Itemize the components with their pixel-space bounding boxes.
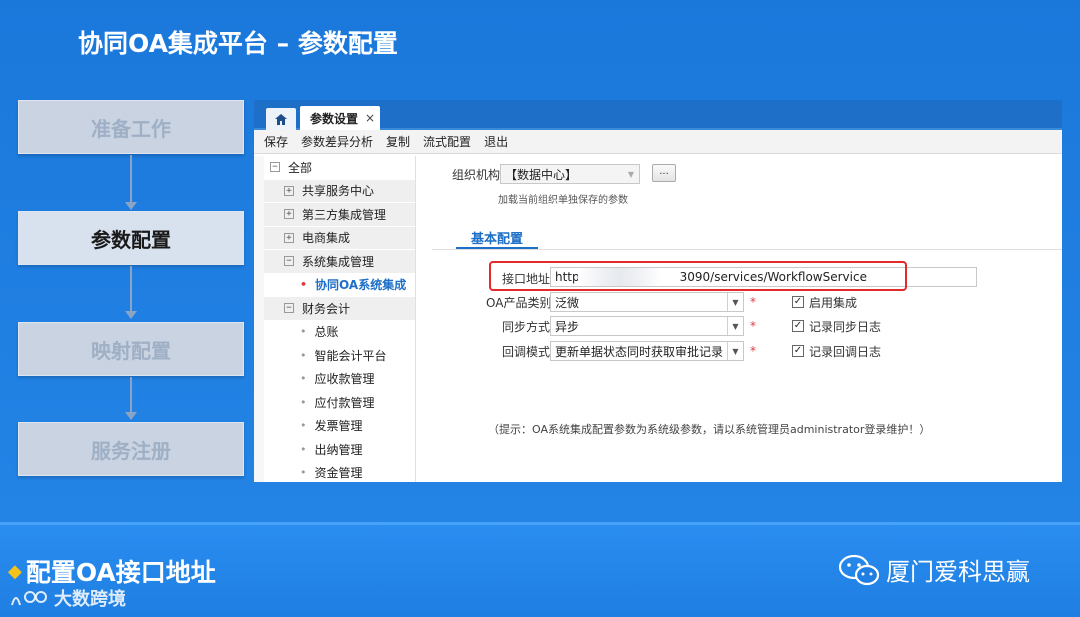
tree-item-invoice[interactable]: • 发票管理	[264, 415, 415, 438]
category-tree: − 全部 + 共享服务中心 + 第三方集成管理 + 电商集成 − 系统集成管理 …	[264, 156, 416, 482]
tip-text: （提示：OA系统集成配置参数为系统级参数，请以系统管理员administrato…	[488, 423, 931, 436]
step-connector	[130, 266, 132, 312]
tab-label: 参数设置	[310, 111, 359, 126]
step-param-config: 参数配置	[18, 211, 244, 265]
tree-item-all[interactable]: − 全部	[264, 156, 415, 180]
sync-log-checkbox[interactable]: ✓	[792, 320, 804, 332]
enable-integration-checkbox[interactable]: ✓	[792, 296, 804, 308]
bullet-icon: •	[300, 466, 307, 480]
chevron-down-icon: ▼	[727, 342, 743, 360]
org-select[interactable]: 【数据中心】 ▼	[500, 164, 640, 184]
required-mark: *	[750, 319, 756, 333]
required-mark: *	[750, 295, 756, 309]
chevron-down-icon: ▼	[727, 293, 743, 311]
collapse-icon[interactable]: −	[284, 303, 294, 314]
oa-type-select[interactable]: 泛微 ▼	[550, 292, 744, 312]
sync-mode-select[interactable]: 异步 ▼	[550, 316, 744, 336]
tree-item-oa-integration[interactable]: • 协同OA系统集成	[264, 274, 415, 297]
tab-basic-config[interactable]: 基本配置	[456, 226, 538, 250]
tree-item-ecommerce[interactable]: + 电商集成	[264, 226, 415, 250]
tree-item-general-ledger[interactable]: • 总账	[264, 321, 415, 344]
callback-mode-label: 回调模式	[502, 345, 551, 359]
step-connector	[130, 155, 132, 203]
step-service-register: 服务注册	[18, 422, 244, 476]
diamond-icon: ◆	[8, 560, 22, 582]
org-hint: 加载当前组织单独保存的参数	[498, 195, 628, 206]
tree-item-fund[interactable]: • 资金管理	[264, 462, 415, 483]
org-browse-button[interactable]: ...	[652, 164, 676, 182]
expand-icon[interactable]: +	[284, 209, 294, 220]
tree-item-system-integration[interactable]: − 系统集成管理	[264, 250, 415, 274]
step-connector	[130, 377, 132, 413]
save-button[interactable]: 保存	[264, 133, 288, 150]
bullet-icon: •	[300, 395, 307, 409]
exit-button[interactable]: 退出	[484, 133, 508, 150]
bullet-icon: •	[300, 278, 308, 292]
sync-log-label: 记录同步日志	[809, 320, 882, 334]
collapse-icon[interactable]: −	[284, 256, 294, 267]
bullet-icon: •	[300, 372, 307, 386]
step-mapping-config: 映射配置	[18, 322, 244, 376]
tree-item-finance[interactable]: − 财务会计	[264, 297, 415, 321]
tree-item-shared-service[interactable]: + 共享服务中心	[264, 179, 415, 203]
callback-log-checkbox[interactable]: ✓	[792, 345, 804, 357]
bullet-icon: •	[300, 442, 307, 456]
tab-home[interactable]	[266, 108, 296, 130]
collapse-icon[interactable]: −	[270, 162, 280, 173]
tree-item-smart-accounting[interactable]: • 智能会计平台	[264, 344, 415, 368]
bottom-title: ◆ 配置OA接口地址	[8, 558, 216, 587]
org-label: 组织机构	[452, 168, 501, 182]
callback-mode-select[interactable]: 更新单据状态同时获取审批记录 ▼	[550, 341, 744, 361]
brand: 厦门爱科思赢	[838, 552, 1030, 587]
copy-button[interactable]: 复制	[386, 133, 410, 150]
watermark-logo-icon	[11, 591, 47, 606]
bullet-icon: •	[300, 325, 307, 339]
diff-analysis-button[interactable]: 参数差异分析	[301, 133, 373, 150]
bullet-icon: •	[300, 419, 307, 433]
sync-mode-label: 同步方式	[502, 320, 551, 334]
home-icon	[275, 113, 287, 125]
chevron-down-icon: ▼	[627, 169, 635, 179]
slide-title: 协同OA集成平台 – 参数配置	[78, 29, 398, 58]
flow-config-button[interactable]: 流式配置	[423, 133, 471, 150]
tab-param-settings[interactable]: 参数设置 ×	[300, 106, 380, 130]
tree-item-payables[interactable]: • 应付款管理	[264, 391, 415, 415]
chevron-down-icon: ▼	[727, 317, 743, 335]
highlight-box	[489, 261, 907, 291]
section-divider	[432, 249, 1062, 250]
toolbar: 保存 参数差异分析 复制 流式配置 退出	[254, 130, 1062, 154]
callback-log-label: 记录回调日志	[809, 345, 882, 359]
tab-bar: 参数设置 ×	[254, 100, 1062, 130]
arrow-down-icon	[125, 202, 137, 210]
close-icon[interactable]: ×	[365, 111, 375, 125]
tree-item-receivables[interactable]: • 应收款管理	[264, 368, 415, 391]
expand-icon[interactable]: +	[284, 232, 294, 243]
tree-item-cashier[interactable]: • 出纳管理	[264, 438, 415, 462]
arrow-down-icon	[125, 311, 137, 319]
oa-type-label: OA产品类别	[486, 296, 552, 310]
expand-icon[interactable]: +	[284, 185, 294, 196]
enable-integration-label: 启用集成	[809, 296, 858, 310]
app-window: 参数设置 × 保存 参数差异分析 复制 流式配置 退出 − 全部 + 共享服务中…	[254, 100, 1062, 482]
required-mark: *	[750, 344, 756, 358]
watermark: 大数跨境	[10, 585, 126, 611]
arrow-down-icon	[125, 412, 137, 420]
left-scroll-strip	[254, 156, 264, 482]
wechat-icon	[838, 554, 880, 585]
step-prepare: 准备工作	[18, 100, 244, 154]
bullet-icon: •	[300, 348, 307, 362]
tree-item-third-party[interactable]: + 第三方集成管理	[264, 203, 415, 227]
